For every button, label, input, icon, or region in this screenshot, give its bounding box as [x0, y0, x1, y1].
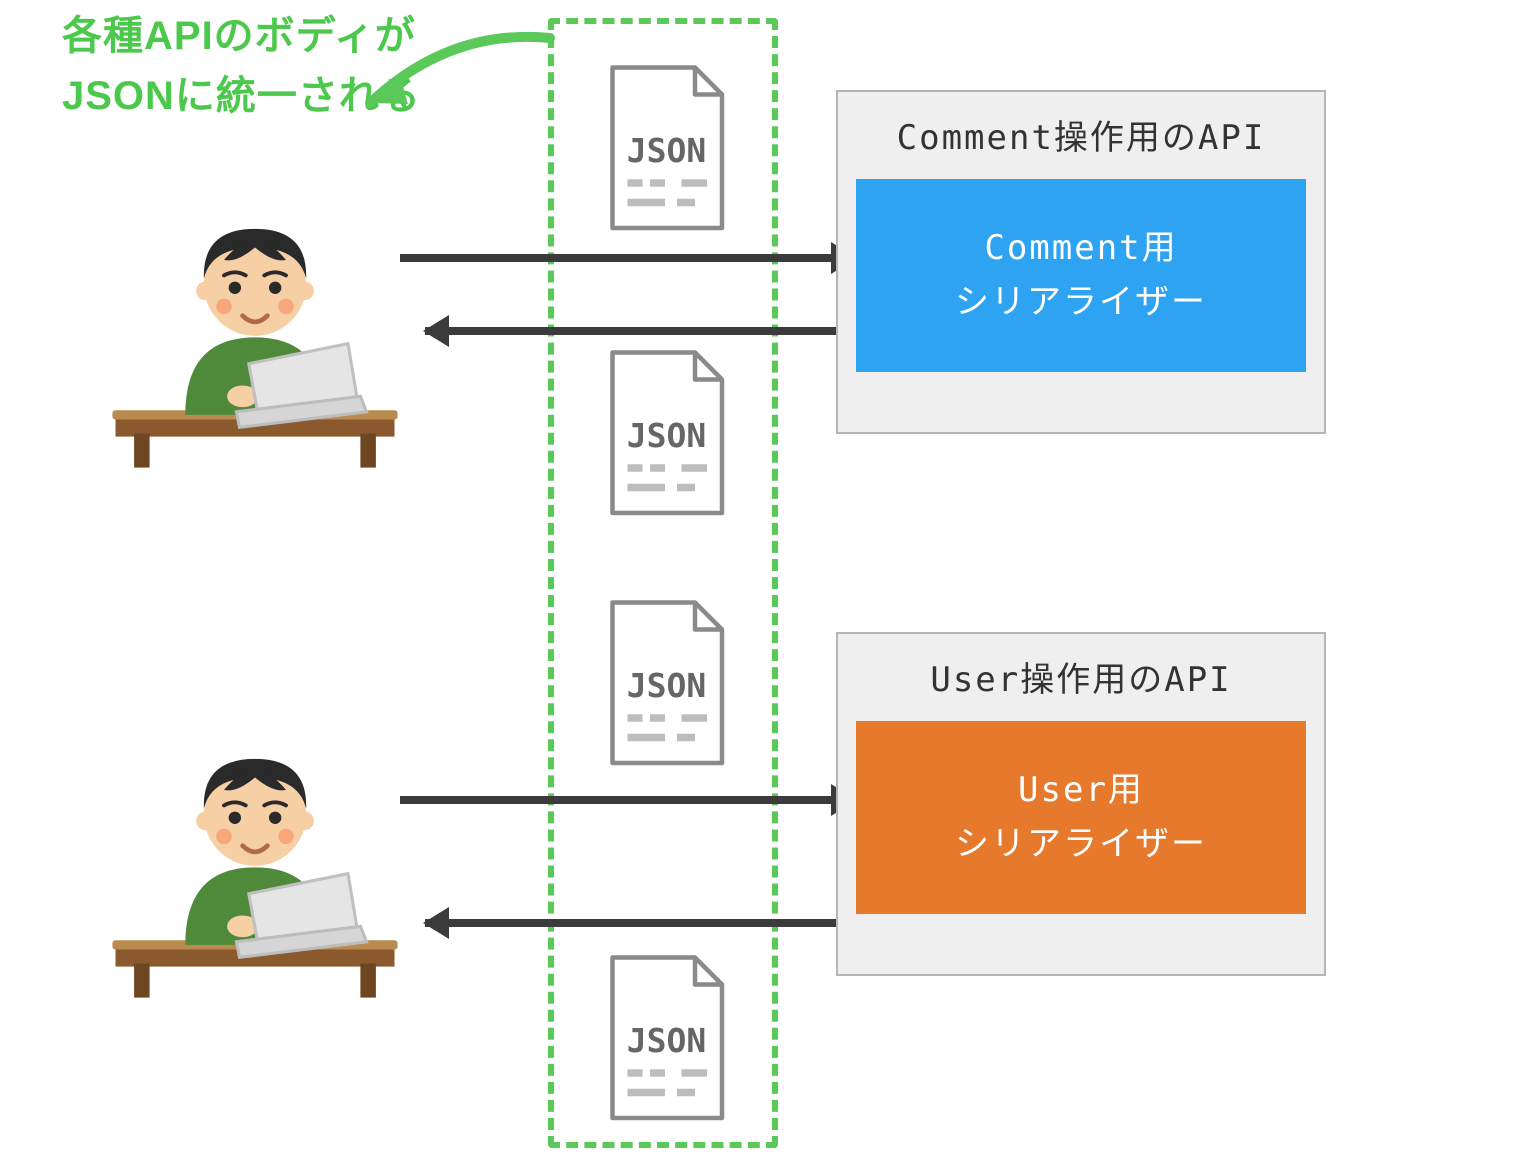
user-client-illustration — [100, 700, 410, 1010]
response-arrow-icon — [425, 919, 880, 927]
annotation-arrow-icon — [330, 18, 570, 128]
json-file-icon: JSON — [590, 950, 740, 1130]
user-api-title: User操作用のAPI — [856, 652, 1306, 701]
json-file-label: JSON — [627, 416, 706, 455]
response-arrow-icon — [425, 327, 880, 335]
user-serializer-line2: シリアライザー — [955, 824, 1207, 864]
comment-serializer-line1: Comment用 — [984, 228, 1177, 268]
comment-serializer-box: Comment用 シリアライザー — [856, 179, 1306, 372]
user-api-box: User操作用のAPI User用 シリアライザー — [836, 632, 1326, 976]
json-file-label: JSON — [627, 1021, 706, 1060]
json-file-icon: JSON — [590, 595, 740, 775]
comment-serializer-line2: シリアライザー — [955, 282, 1207, 322]
json-file-label: JSON — [627, 131, 706, 170]
request-arrow-icon — [400, 254, 855, 262]
json-file-icon: JSON — [590, 345, 740, 525]
json-file-label: JSON — [627, 666, 706, 705]
comment-api-title: Comment操作用のAPI — [856, 110, 1306, 159]
comment-api-box: Comment操作用のAPI Comment用 シリアライザー — [836, 90, 1326, 434]
request-arrow-icon — [400, 796, 855, 804]
json-file-icon: JSON — [590, 60, 740, 240]
user-serializer-box: User用 シリアライザー — [856, 721, 1306, 914]
user-serializer-line1: User用 — [1018, 770, 1144, 810]
user-client-illustration — [100, 170, 410, 480]
